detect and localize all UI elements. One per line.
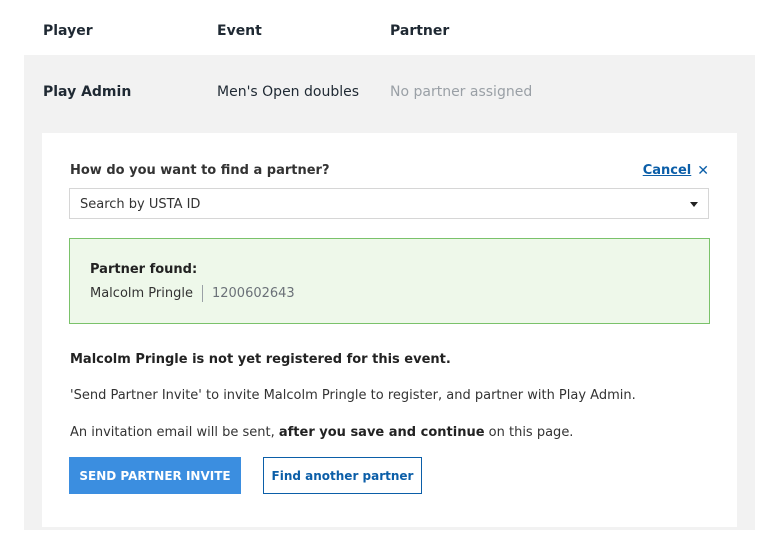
not-registered-message: Malcolm Pringle is not yet registered fo… xyxy=(70,352,451,367)
event-name: Men's Open doubles xyxy=(217,84,360,100)
partner-found-title: Partner found: xyxy=(90,262,198,277)
invite-info-message: 'Send Partner Invite' to invite Malcolm … xyxy=(70,388,636,403)
partner-found-id: 1200602643 xyxy=(211,286,295,301)
email-info-message: An invitation email will be sent, after … xyxy=(70,425,573,440)
partner-finder-card: How do you want to find a partner? Cance… xyxy=(42,133,737,527)
partner-found-box: Partner found: Malcolm Pringle 120060264… xyxy=(69,238,710,324)
cancel-label[interactable]: Cancel xyxy=(643,163,692,178)
table-row: Play Admin Men's Open doubles No partner… xyxy=(24,55,755,530)
header-player: Player xyxy=(43,23,93,39)
table-header: Player Event Partner xyxy=(0,0,770,55)
find-another-partner-button[interactable]: Find another partner xyxy=(263,457,422,494)
header-partner: Partner xyxy=(390,23,450,39)
partner-found-name: Malcolm Pringle xyxy=(90,286,193,301)
search-method-value: Search by USTA ID xyxy=(80,197,201,212)
email-info-prefix: An invitation email will be sent, xyxy=(70,425,279,440)
email-info-suffix: on this page. xyxy=(484,425,574,440)
divider xyxy=(201,285,203,302)
search-method-select[interactable]: Search by USTA ID xyxy=(69,188,709,219)
close-icon[interactable]: ✕ xyxy=(697,164,709,178)
player-name: Play Admin xyxy=(43,84,132,100)
email-info-bold: after you save and continue xyxy=(278,425,485,440)
partner-status: No partner assigned xyxy=(390,84,533,100)
send-partner-invite-button[interactable]: SEND PARTNER INVITE xyxy=(69,457,241,494)
partner-found-details: Malcolm Pringle 1200602643 xyxy=(90,285,295,302)
find-partner-question: How do you want to find a partner? xyxy=(70,163,330,178)
header-event: Event xyxy=(217,23,262,39)
chevron-down-icon xyxy=(690,202,698,207)
cancel-link[interactable]: Cancel ✕ xyxy=(643,163,709,178)
